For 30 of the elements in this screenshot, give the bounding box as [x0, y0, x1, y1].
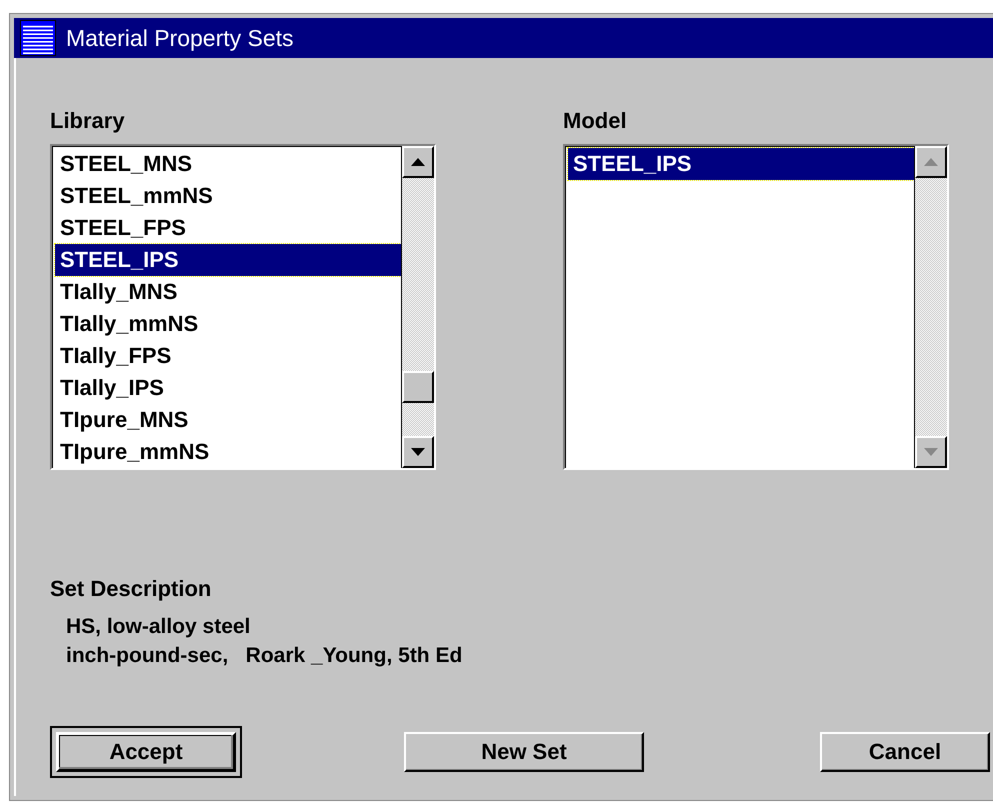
up-arrow-icon: [924, 158, 938, 166]
scroll-thumb[interactable]: [402, 371, 434, 403]
down-arrow-icon: [411, 448, 425, 456]
description-text: HS, low-alloy steel: [66, 614, 250, 640]
list-item[interactable]: TIally_MNS: [55, 276, 401, 308]
list-item[interactable]: TIpure_mmNS: [55, 436, 401, 468]
list-item[interactable]: STEEL_MNS: [55, 148, 401, 180]
scroll-up-button[interactable]: [402, 146, 434, 178]
list-item[interactable]: STEEL_FPS: [55, 212, 401, 244]
scrollbar[interactable]: [401, 146, 434, 468]
model-list[interactable]: STEEL_IPS: [563, 144, 949, 470]
window-menu-icon[interactable]: [20, 20, 56, 56]
description-text: inch-pound-sec, Roark _Young, 5th Ed: [66, 643, 462, 669]
list-item[interactable]: TIally_IPS: [55, 372, 401, 404]
up-arrow-icon: [411, 158, 425, 166]
down-arrow-icon: [924, 448, 938, 456]
library-label: Library: [50, 108, 125, 134]
list-item[interactable]: STEEL_IPS: [568, 148, 914, 180]
list-item[interactable]: TIally_mmNS: [55, 308, 401, 340]
list-item[interactable]: TIpure_MNS: [55, 404, 401, 436]
list-item[interactable]: STEEL_IPS: [55, 244, 401, 276]
dialog-button[interactable]: Cancel: [820, 732, 990, 772]
list-item[interactable]: TIally_FPS: [55, 340, 401, 372]
set-description-label: Set Description: [50, 576, 212, 602]
model-label: Model: [563, 108, 627, 134]
window-title: Material Property Sets: [66, 24, 294, 52]
list-item[interactable]: STEEL_mmNS: [55, 180, 401, 212]
dialog-button[interactable]: New Set: [404, 732, 644, 772]
scroll-down-button[interactable]: [402, 436, 434, 468]
library-list[interactable]: STEEL_MNS STEEL_mmNS STEEL_FPS STEEL_IPS TIally_MNS TIally_mmNS TIally_FPS TIally_IPS TIpure_MNS TIpure_mmNS: [50, 144, 436, 470]
